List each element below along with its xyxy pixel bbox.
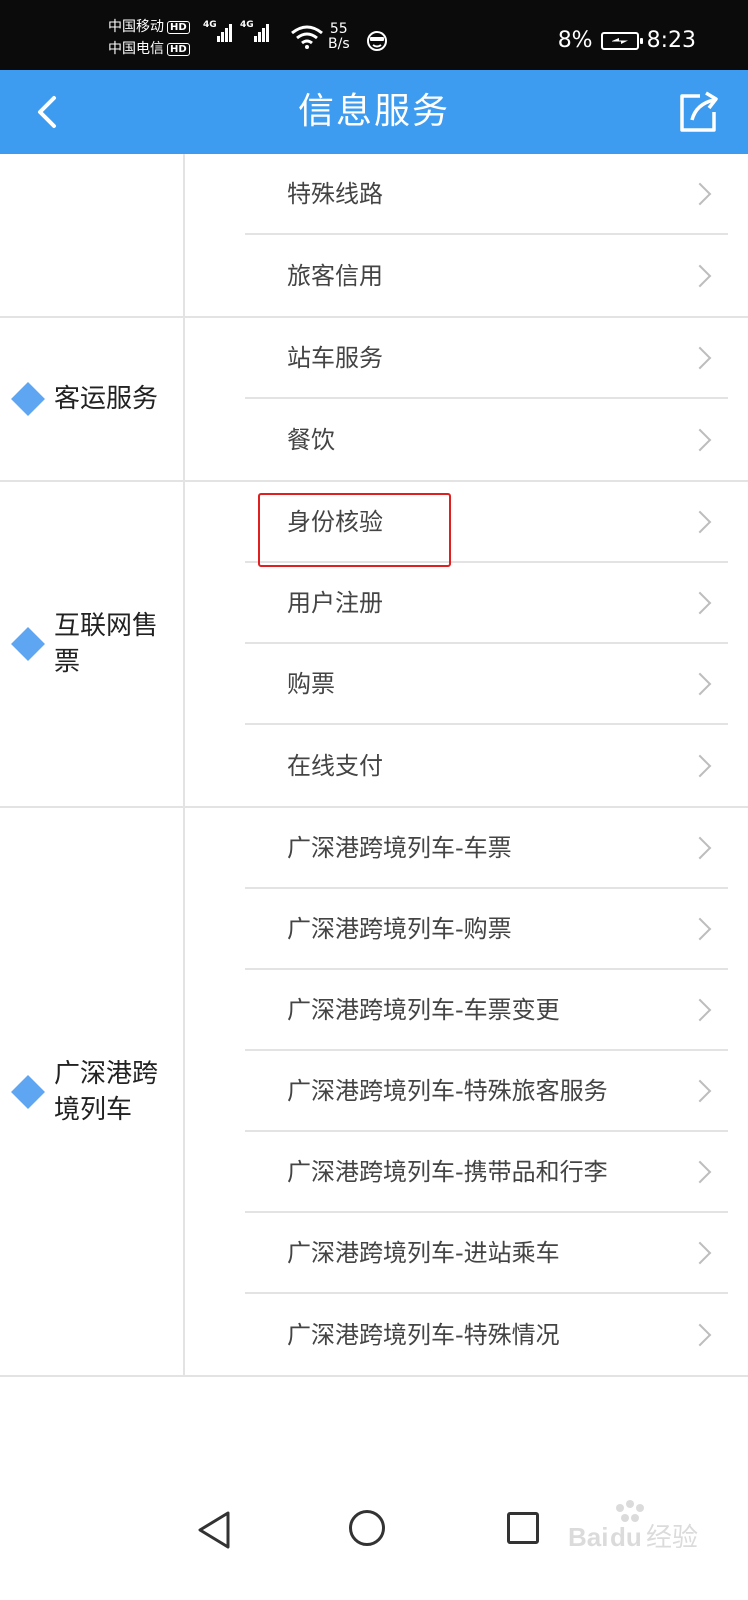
category-label: 广深港跨境列车	[54, 1058, 159, 1125]
nav-back-icon[interactable]	[196, 1510, 232, 1550]
item-label: 广深港跨境列车-车票变更	[287, 995, 560, 1024]
list-item[interactable]: 广深港跨境列车-特殊情况	[245, 1294, 728, 1375]
chevron-right-icon	[688, 428, 712, 451]
list-item[interactable]: 广深港跨境列车-车票变更	[245, 970, 728, 1051]
chevron-right-icon	[688, 1160, 712, 1183]
chevron-right-icon	[688, 1079, 712, 1102]
chevron-right-icon	[688, 182, 712, 205]
group-items: 特殊线路 旅客信用	[185, 154, 748, 316]
list-item[interactable]: 广深港跨境列车-车票	[245, 808, 728, 889]
category-header: 互联网售票	[11, 608, 177, 680]
diamond-icon	[11, 1074, 45, 1109]
navigation-bar: Bai du 经验	[0, 1480, 748, 1600]
list-item[interactable]: 广深港跨境列车-购票	[245, 889, 728, 970]
clock: 8:23	[646, 28, 696, 53]
item-label: 在线支付	[287, 751, 383, 780]
item-label: 餐饮	[287, 425, 335, 454]
group-items: 站车服务 餐饮	[185, 318, 748, 480]
chevron-right-icon	[688, 264, 712, 287]
list-item[interactable]: 广深港跨境列车-进站乘车	[245, 1213, 728, 1294]
status-right: 8% 8:23	[558, 28, 696, 53]
carrier-info: 中国移动 HD 中国电信 HD	[108, 16, 190, 60]
list-item[interactable]: 身份核验	[245, 482, 728, 563]
signal-strength-icon: 4G	[240, 20, 269, 42]
chevron-right-icon	[688, 917, 712, 940]
list-item[interactable]: 旅客信用	[245, 235, 728, 316]
item-label: 广深港跨境列车-进站乘车	[287, 1238, 560, 1267]
service-group: 互联网售票 身份核验 用户注册 购票 在线支付	[0, 482, 748, 808]
service-group: 特殊线路 旅客信用	[0, 154, 748, 318]
signal-strength-icon: 4G	[203, 20, 232, 42]
battery-percent: 8%	[557, 28, 593, 53]
category-cell: 广深港跨境列车	[0, 808, 185, 1375]
svg-text:经验: 经验	[646, 1523, 698, 1553]
group-items: 身份核验 用户注册 购票 在线支付	[185, 482, 748, 806]
network-type-label: 4G	[240, 20, 254, 30]
page-title: 信息服务	[297, 91, 450, 132]
chevron-right-icon	[688, 998, 712, 1021]
chevron-right-icon	[688, 591, 712, 614]
chevron-right-icon	[688, 510, 712, 533]
item-label: 购票	[287, 669, 335, 698]
category-header: 广深港跨境列车	[11, 1056, 177, 1128]
face-icon	[367, 31, 387, 51]
baidu-watermark-logo: Bai du 经验	[568, 1500, 698, 1553]
service-group: 广深港跨境列车 广深港跨境列车-车票 广深港跨境列车-购票 广深港跨境列车-车票…	[0, 808, 748, 1377]
carrier1-label: 中国移动	[108, 19, 164, 35]
item-label: 特殊线路	[287, 179, 383, 208]
category-cell: 互联网售票	[0, 482, 185, 806]
speed-value: 55	[329, 21, 348, 37]
app-header: 信息服务	[0, 70, 748, 154]
chevron-right-icon	[688, 1241, 712, 1264]
service-list: 特殊线路 旅客信用 客运服务 站车服务 餐饮 互联网售票 身份核验 用户注册 购…	[0, 154, 748, 1377]
hd-badge: HD	[167, 20, 190, 34]
list-item[interactable]: 购票	[245, 644, 728, 725]
svg-text:Bai: Bai	[568, 1522, 608, 1552]
list-item[interactable]: 广深港跨境列车-携带品和行李	[245, 1132, 728, 1213]
service-group: 客运服务 站车服务 餐饮	[0, 318, 748, 482]
speed-unit: B/s	[328, 36, 350, 52]
group-items: 广深港跨境列车-车票 广深港跨境列车-购票 广深港跨境列车-车票变更 广深港跨境…	[185, 808, 748, 1375]
network-speed: 55 B/s	[328, 22, 350, 52]
category-cell: 客运服务	[0, 318, 185, 480]
item-label: 广深港跨境列车-特殊情况	[287, 1320, 560, 1349]
wifi-icon	[291, 25, 323, 49]
chevron-right-icon	[688, 1323, 712, 1346]
category-label: 客运服务	[54, 384, 159, 414]
svg-text:du: du	[610, 1522, 642, 1552]
category-label: 互联网售票	[54, 611, 159, 677]
chevron-right-icon	[688, 672, 712, 695]
status-bar: 中国移动 HD 中国电信 HD 4G 4G 55 B/s 8% 8:23	[0, 0, 748, 70]
list-item[interactable]: 特殊线路	[245, 154, 728, 235]
list-item[interactable]: 餐饮	[245, 399, 728, 480]
category-cell	[0, 154, 185, 316]
carrier2-label: 中国电信	[108, 41, 164, 57]
signal-indicators: 4G 4G	[203, 20, 269, 42]
item-label: 用户注册	[287, 588, 383, 617]
item-label: 广深港跨境列车-购票	[287, 914, 512, 943]
item-label: 身份核验	[287, 507, 383, 536]
list-item[interactable]: 广深港跨境列车-特殊旅客服务	[245, 1051, 728, 1132]
list-item[interactable]: 用户注册	[245, 563, 728, 644]
item-label: 广深港跨境列车-车票	[287, 833, 512, 862]
list-item[interactable]: 在线支付	[245, 725, 728, 806]
hd-badge: HD	[167, 42, 190, 56]
nav-home-icon[interactable]	[349, 1510, 385, 1546]
chevron-right-icon	[688, 346, 712, 369]
chevron-left-icon[interactable]	[24, 88, 72, 136]
item-label: 广深港跨境列车-特殊旅客服务	[287, 1076, 608, 1105]
category-header: 客运服务	[11, 381, 177, 417]
battery-charging-icon	[600, 31, 643, 50]
chevron-right-icon	[688, 754, 712, 777]
network-type-label: 4G	[203, 20, 217, 30]
share-icon[interactable]	[672, 86, 724, 138]
item-label: 广深港跨境列车-携带品和行李	[287, 1157, 608, 1186]
chevron-right-icon	[688, 836, 712, 859]
item-label: 站车服务	[287, 343, 383, 372]
item-label: 旅客信用	[287, 261, 383, 290]
nav-recent-apps-icon[interactable]	[507, 1512, 539, 1544]
list-item[interactable]: 站车服务	[245, 318, 728, 399]
diamond-icon	[11, 382, 45, 416]
diamond-icon	[11, 627, 45, 661]
